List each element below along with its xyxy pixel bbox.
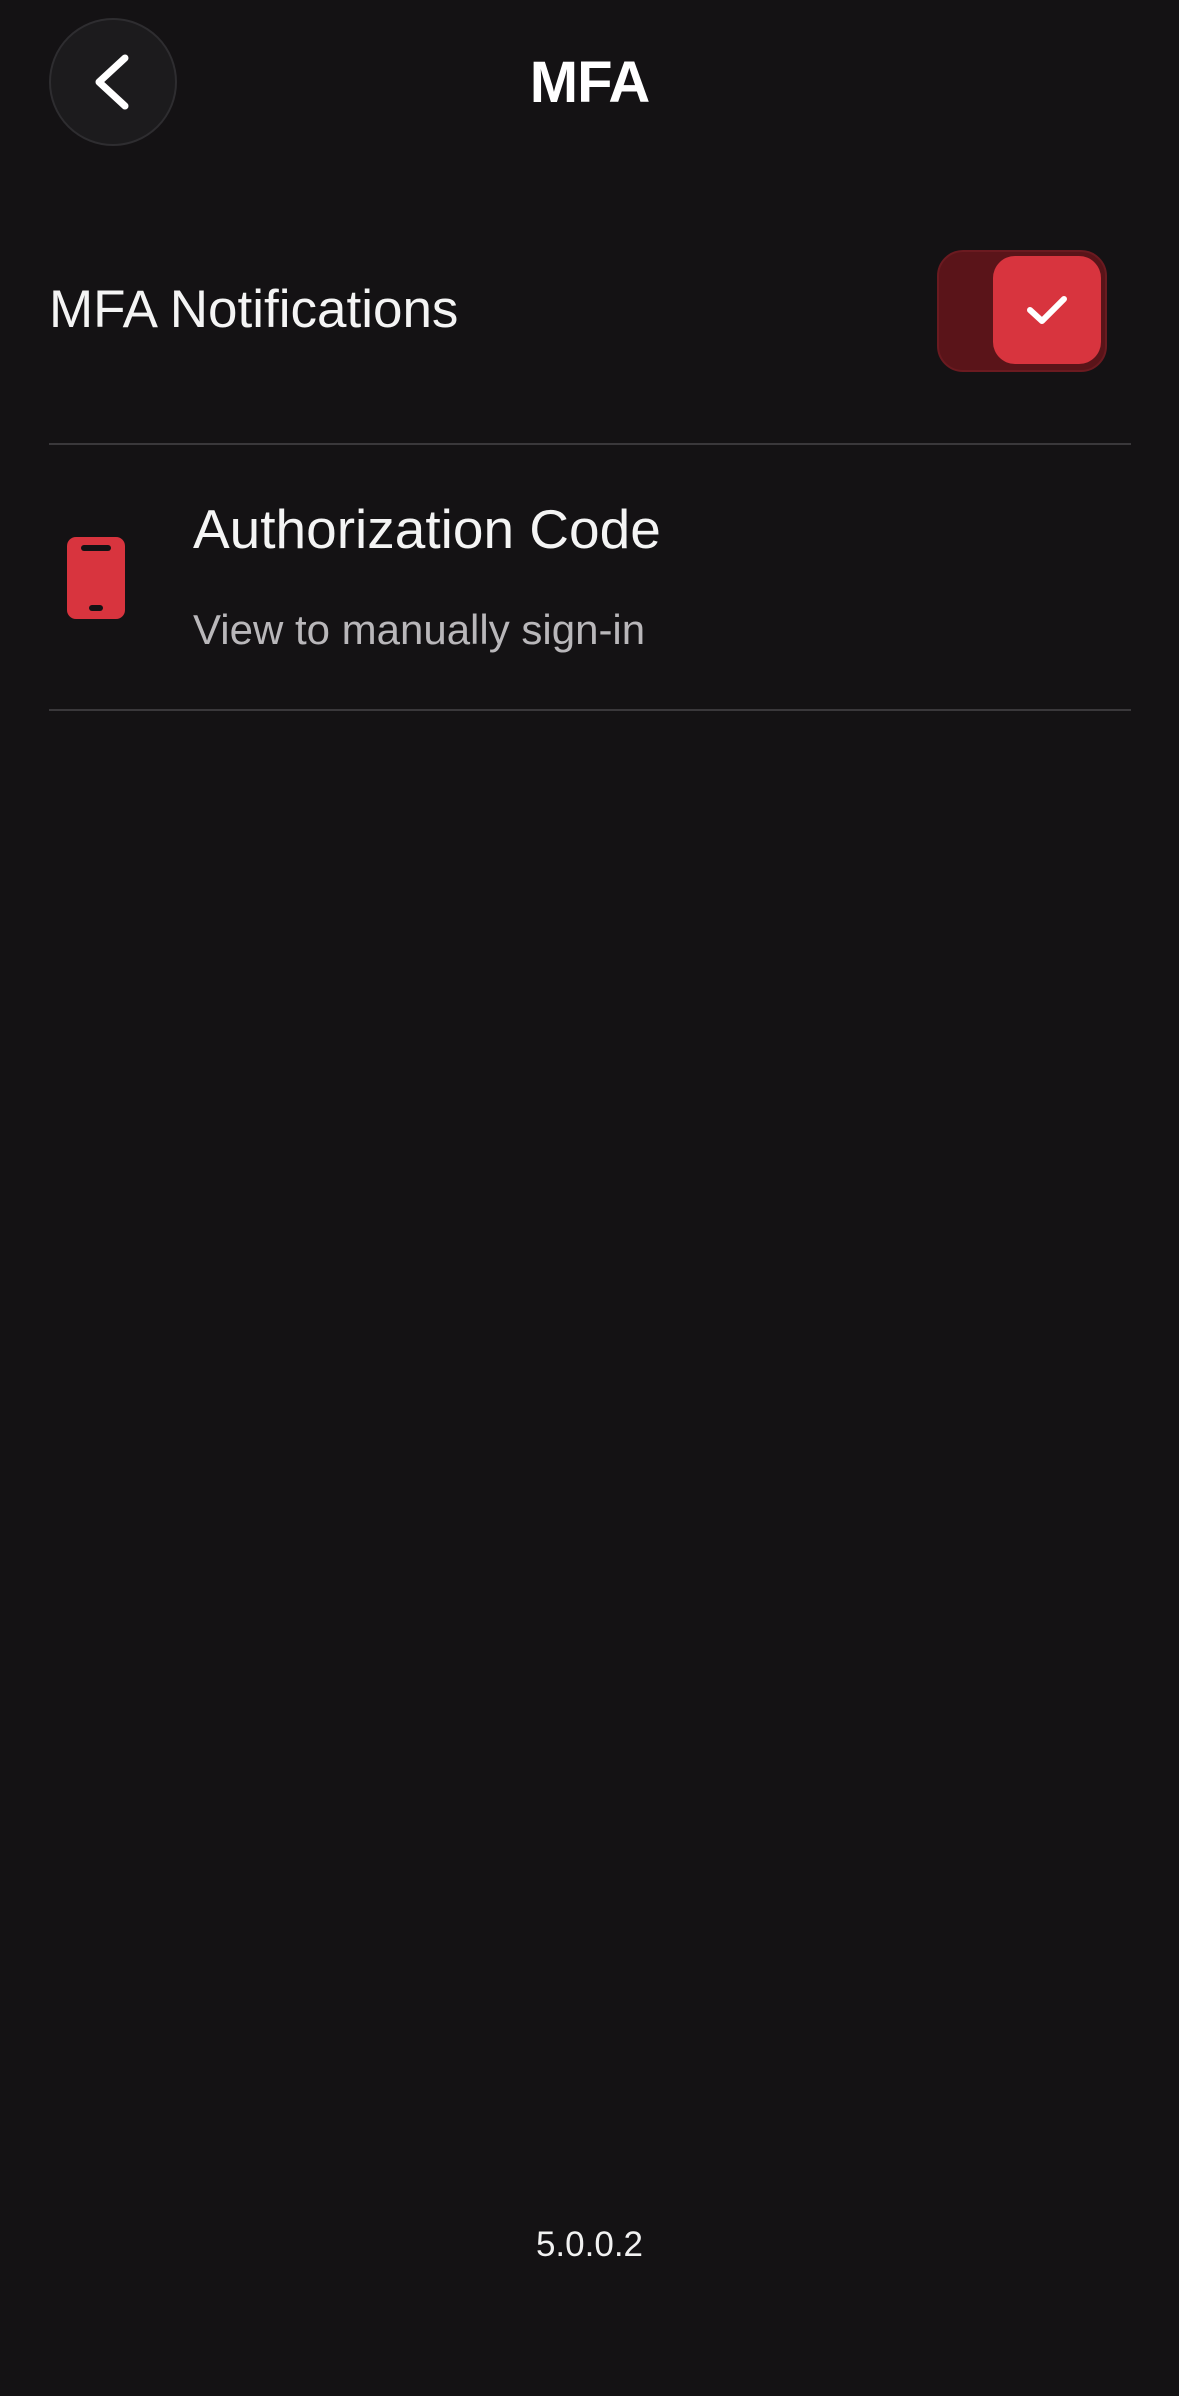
mfa-notifications-toggle[interactable] <box>937 250 1107 372</box>
toggle-knob <box>993 256 1101 364</box>
check-icon <box>1027 296 1067 324</box>
mobile-phone-icon <box>67 537 125 619</box>
mfa-notifications-row: MFA Notifications <box>49 228 1131 392</box>
page-title: MFA <box>529 50 650 115</box>
mfa-screen: MFA MFA Notifications Authorization Code… <box>0 0 1179 2396</box>
divider <box>49 709 1131 711</box>
header: MFA <box>0 0 1179 170</box>
mfa-notifications-label: MFA Notifications <box>49 280 459 339</box>
authorization-code-row[interactable]: Authorization Code View to manually sign… <box>49 445 1131 708</box>
authorization-code-title: Authorization Code <box>193 498 661 560</box>
app-version: 5.0.0.2 <box>535 2225 644 2264</box>
authorization-code-subtitle: View to manually sign-in <box>193 606 646 653</box>
